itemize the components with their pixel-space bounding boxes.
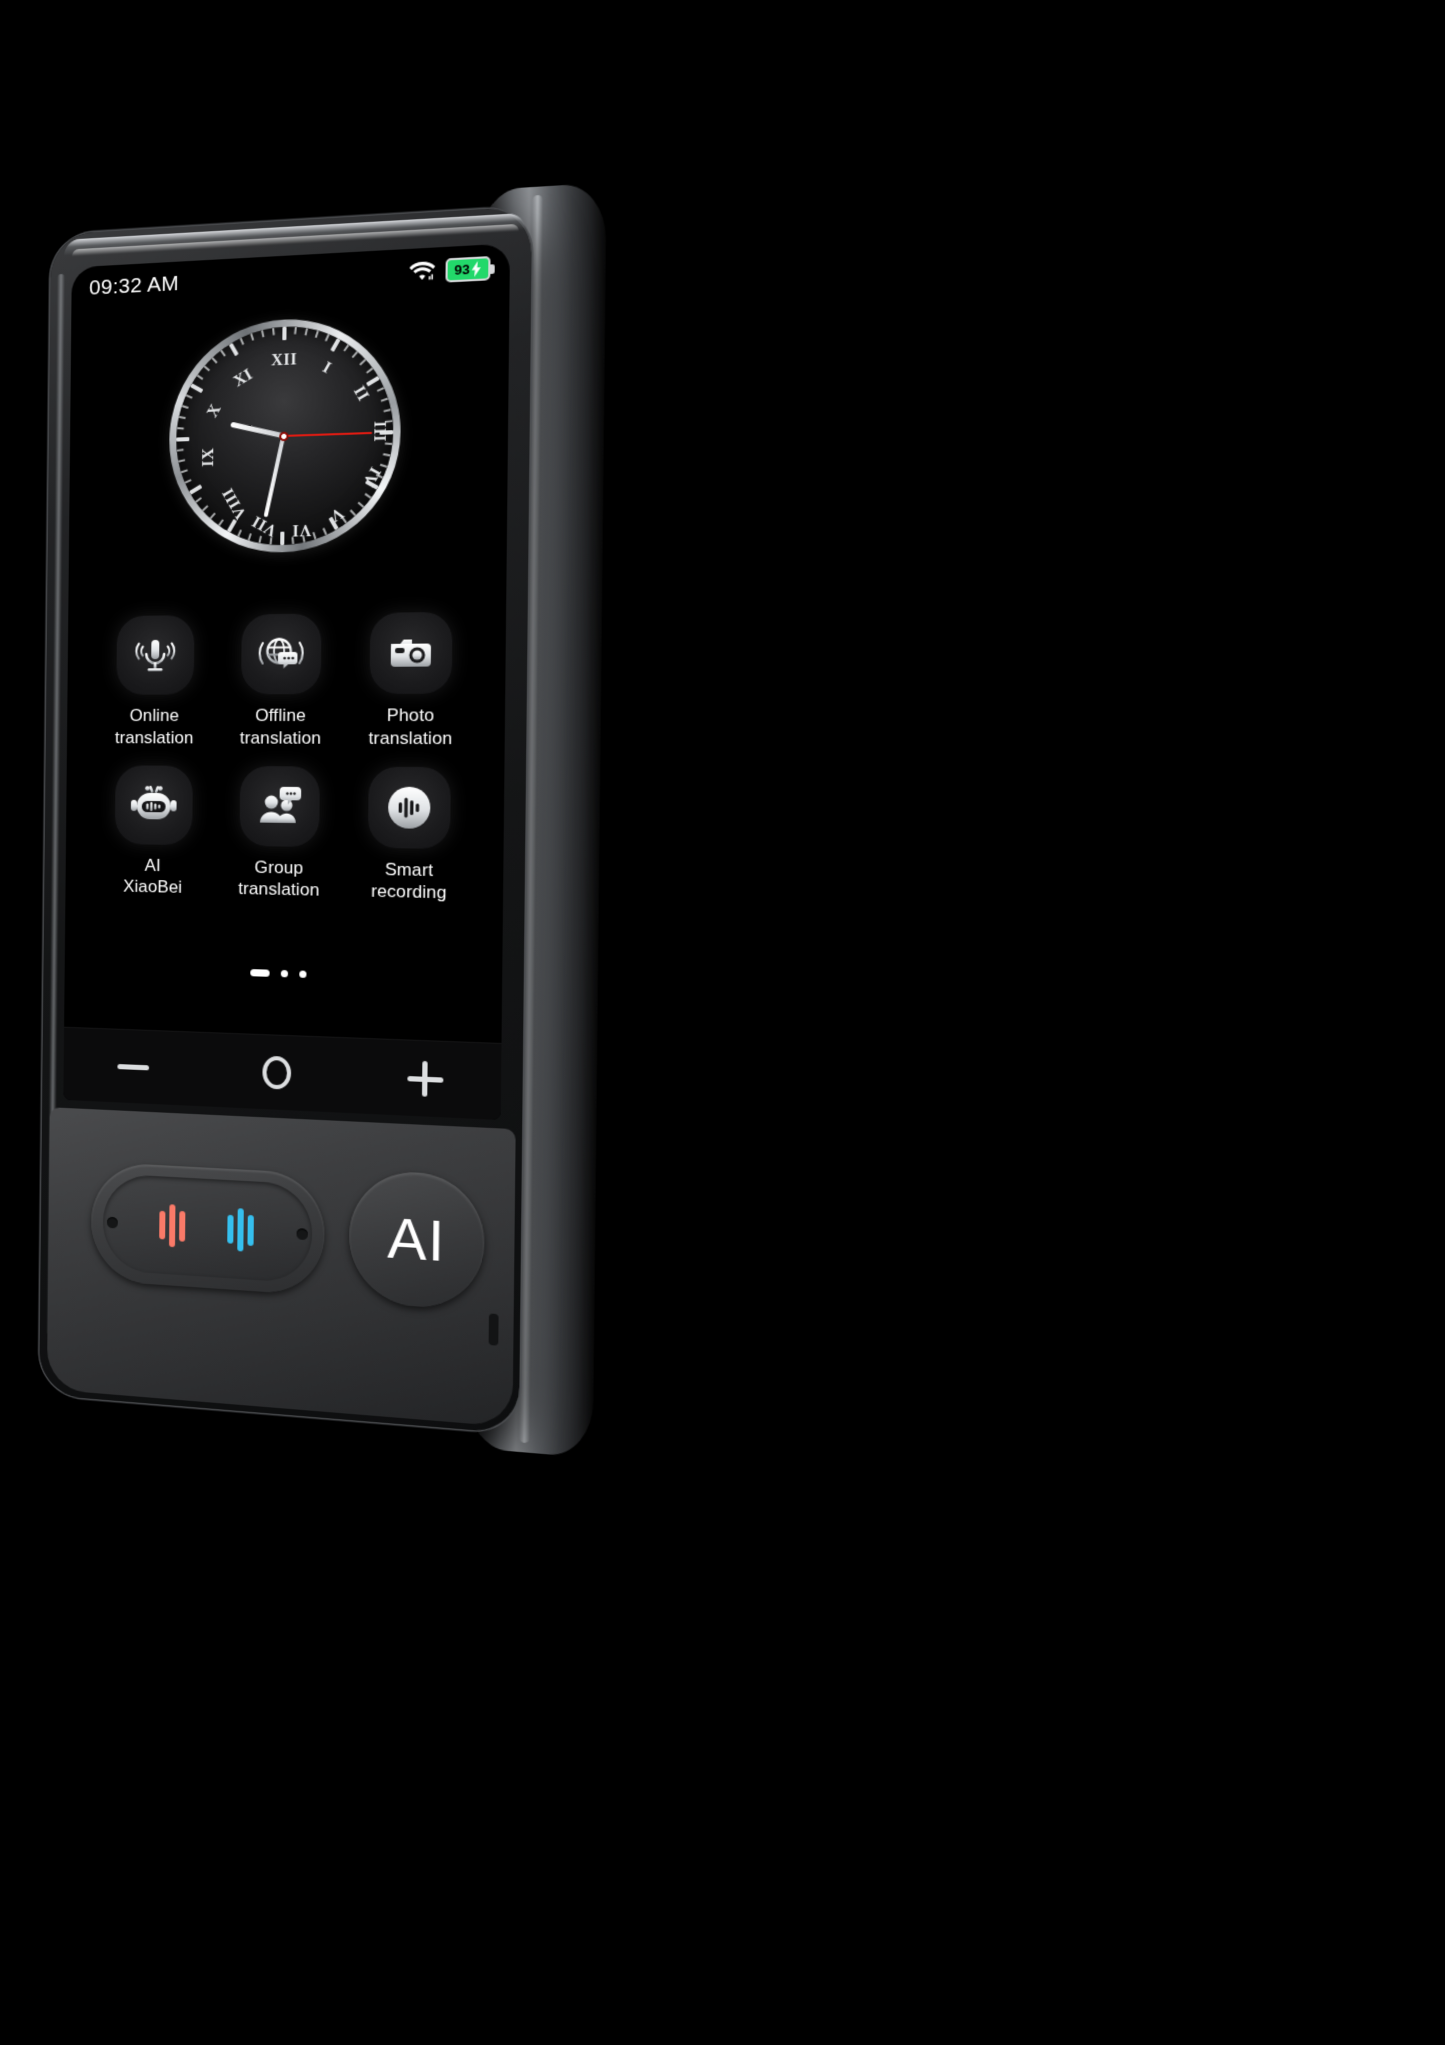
page-indicator-dot[interactable] bbox=[280, 969, 288, 978]
nav-back-button[interactable] bbox=[97, 1037, 171, 1097]
app-label: AI XiaoBei bbox=[123, 854, 182, 899]
app-label-line1: AI bbox=[144, 855, 161, 875]
clock-numeral: II bbox=[349, 383, 373, 405]
analog-clock-widget[interactable]: XII I II III IV V VI VII VIII IX X XI bbox=[168, 314, 402, 555]
charging-bolt-icon bbox=[471, 260, 481, 277]
device-chin: AI bbox=[46, 1107, 516, 1428]
app-smart-recording[interactable]: Smart recording bbox=[343, 766, 477, 905]
clock-second-hand bbox=[283, 432, 373, 437]
app-label-line2: translation bbox=[368, 728, 453, 749]
device-side-port bbox=[488, 1313, 499, 1346]
app-label-line1: Online bbox=[129, 705, 180, 726]
app-label: Online translation bbox=[115, 705, 194, 749]
battery-indicator: 93 bbox=[445, 255, 491, 283]
ai-translator-device: 09:32 AM 93 XII I II III IV V VI VII VII… bbox=[39, 182, 675, 1459]
waveform-circle-icon bbox=[368, 766, 452, 849]
nav-home-button[interactable] bbox=[239, 1042, 315, 1103]
right-microphone-hole bbox=[296, 1227, 308, 1240]
screenshot-stage: 09:32 AM 93 XII I II III IV V VI VII VII… bbox=[0, 0, 1445, 2045]
app-label: Offline translation bbox=[240, 704, 322, 749]
nav-menu-button[interactable] bbox=[386, 1048, 465, 1110]
camera-icon bbox=[369, 611, 453, 694]
clock-numeral: VI bbox=[291, 520, 312, 539]
circle-icon bbox=[262, 1055, 292, 1090]
app-label: Group translation bbox=[238, 856, 320, 902]
app-label-line2: translation bbox=[238, 878, 320, 901]
app-photo-translation[interactable]: Photo translation bbox=[345, 611, 479, 750]
app-grid: Online translation Offline translation Photo… bbox=[91, 611, 479, 906]
globe-speech-icon bbox=[240, 613, 322, 695]
app-label: Photo translation bbox=[368, 704, 452, 750]
page-indicator[interactable] bbox=[65, 964, 503, 984]
clock-numeral: XII bbox=[271, 350, 298, 370]
app-label-line1: Offline bbox=[255, 705, 306, 726]
app-ai-xiaobei[interactable]: AI XiaoBei bbox=[91, 764, 217, 900]
app-group-translation[interactable]: Group translation bbox=[215, 765, 344, 902]
plus-icon bbox=[407, 1060, 443, 1097]
clock-center-pin bbox=[278, 431, 289, 441]
left-waveform-icon bbox=[159, 1202, 186, 1250]
clock-numeral: I bbox=[319, 358, 335, 378]
clock-numeral: X bbox=[203, 401, 225, 421]
page-indicator-dot[interactable] bbox=[298, 970, 307, 978]
app-label-line2: translation bbox=[114, 727, 194, 748]
app-label: Smart recording bbox=[371, 858, 447, 905]
app-offline-translation[interactable]: Offline translation bbox=[217, 613, 347, 749]
clock-numeral: VIII bbox=[219, 484, 251, 522]
translate-button-inset bbox=[102, 1173, 313, 1284]
minus-icon bbox=[117, 1063, 150, 1070]
status-time: 09:32 AM bbox=[89, 271, 180, 300]
clock-minute-hand bbox=[263, 435, 286, 518]
clock-hour-hand bbox=[229, 421, 285, 439]
two-way-translate-button[interactable] bbox=[90, 1161, 326, 1296]
app-label-line2: XiaoBei bbox=[123, 876, 183, 898]
battery-percent: 93 bbox=[454, 260, 470, 278]
people-speech-icon bbox=[239, 765, 320, 847]
right-waveform-icon bbox=[227, 1206, 254, 1255]
left-microphone-hole bbox=[106, 1216, 118, 1228]
wifi-icon bbox=[409, 261, 436, 280]
page-indicator-active[interactable] bbox=[249, 969, 270, 977]
app-label-line2: recording bbox=[370, 881, 447, 903]
status-indicators: 93 bbox=[408, 255, 491, 284]
app-label-line1: Smart bbox=[384, 858, 434, 880]
clock-numeral: XI bbox=[230, 365, 256, 391]
device-screen: 09:32 AM 93 XII I II III IV V VI VII VII… bbox=[63, 243, 511, 1120]
robot-face-icon bbox=[114, 764, 193, 845]
app-label-line2: translation bbox=[239, 727, 322, 748]
ai-assistant-button[interactable]: AI bbox=[348, 1169, 486, 1311]
app-online-translation[interactable]: Online translation bbox=[92, 615, 218, 749]
ai-button-label: AI bbox=[387, 1204, 446, 1274]
app-label-line1: Group bbox=[254, 856, 304, 878]
microphone-waves-icon bbox=[115, 615, 195, 695]
app-label-line1: Photo bbox=[386, 705, 435, 726]
clock-numeral: IX bbox=[200, 447, 218, 468]
